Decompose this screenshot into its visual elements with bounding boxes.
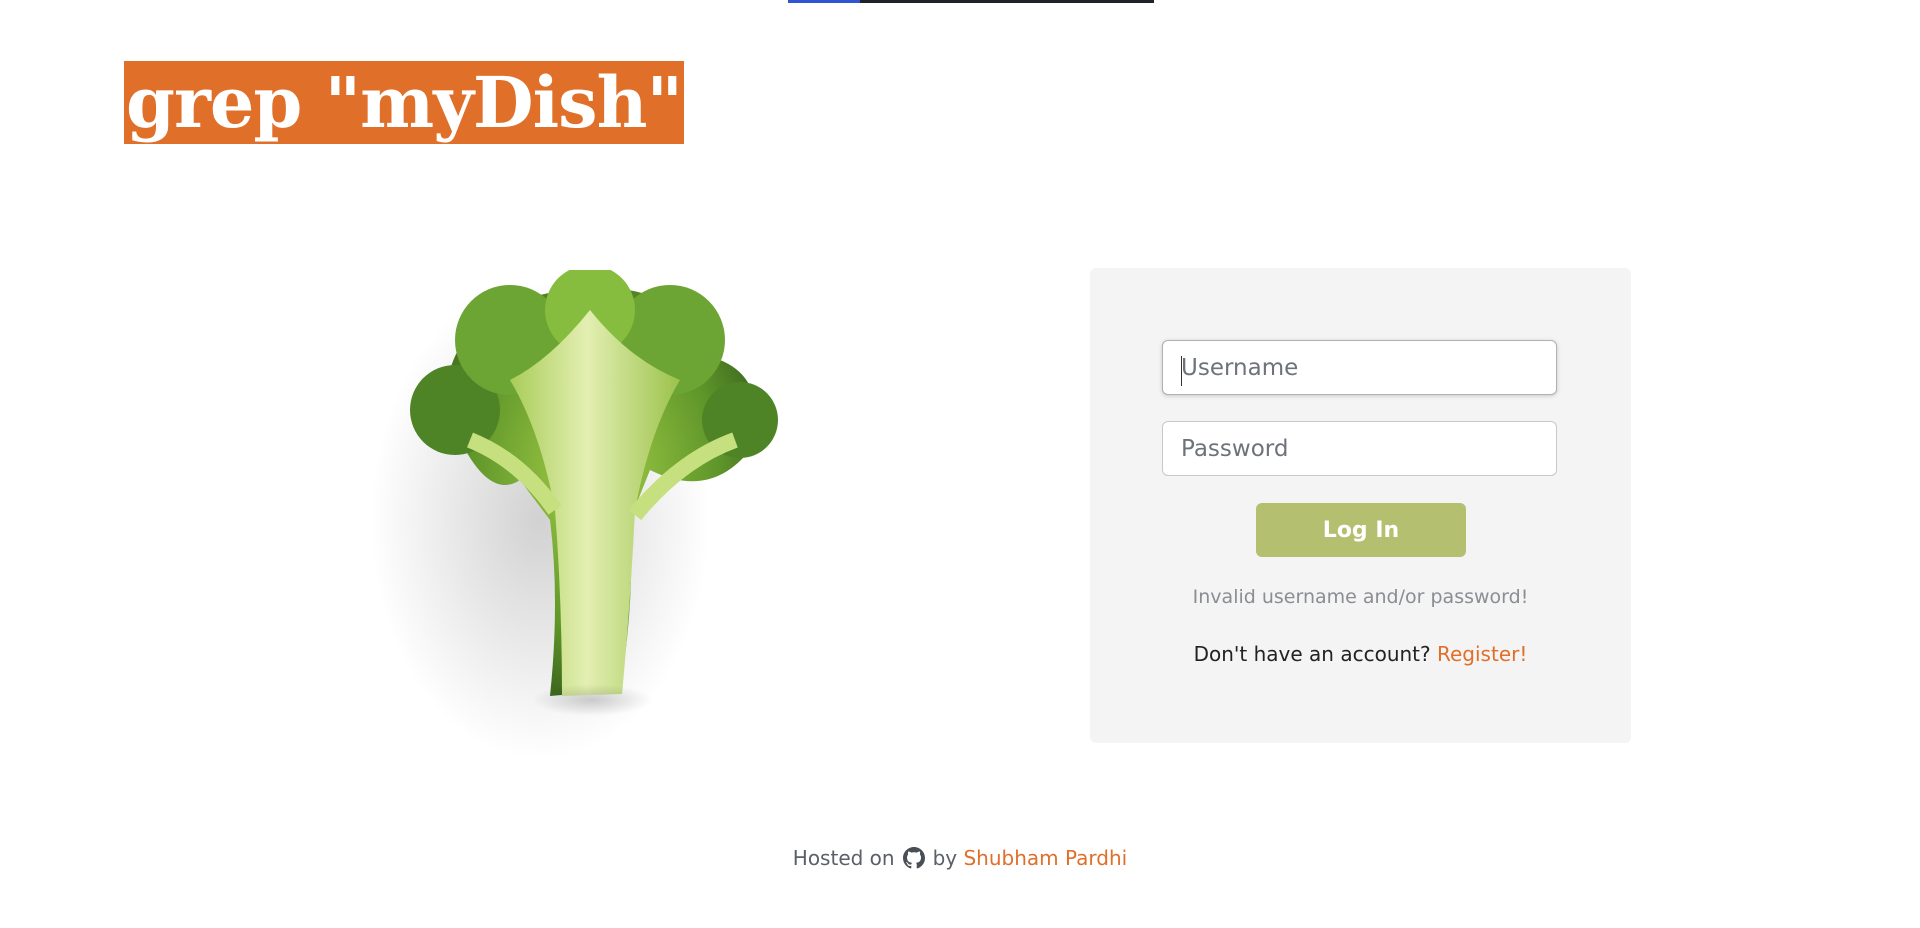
error-message: Invalid username and/or password! (1192, 586, 1529, 608)
login-card: Log In Invalid username and/or password!… (1090, 268, 1631, 743)
login-page: grep "myDish" Username Log In Invalid us… (0, 0, 1920, 928)
no-account-text: Don't have an account? (1193, 642, 1431, 666)
password-input[interactable] (1162, 421, 1557, 476)
username-input[interactable] (1162, 340, 1557, 395)
text-caret (1181, 356, 1182, 386)
broccoli-image (350, 265, 830, 800)
register-link[interactable]: Register! (1437, 642, 1527, 666)
register-prompt: Don't have an account? Register! (1090, 642, 1631, 666)
loading-bar-progress (788, 0, 860, 3)
footer: Hosted on by Shubham Pardhi (0, 846, 1920, 870)
login-button[interactable]: Log In (1256, 503, 1466, 557)
site-logo[interactable]: grep "myDish" (124, 61, 684, 144)
github-icon[interactable] (902, 847, 925, 869)
broccoli-icon (370, 265, 778, 760)
loading-bar (788, 0, 1154, 3)
by-text: by (932, 846, 958, 870)
author-link[interactable]: Shubham Pardhi (963, 846, 1127, 870)
hosted-on-text: Hosted on (792, 846, 895, 870)
